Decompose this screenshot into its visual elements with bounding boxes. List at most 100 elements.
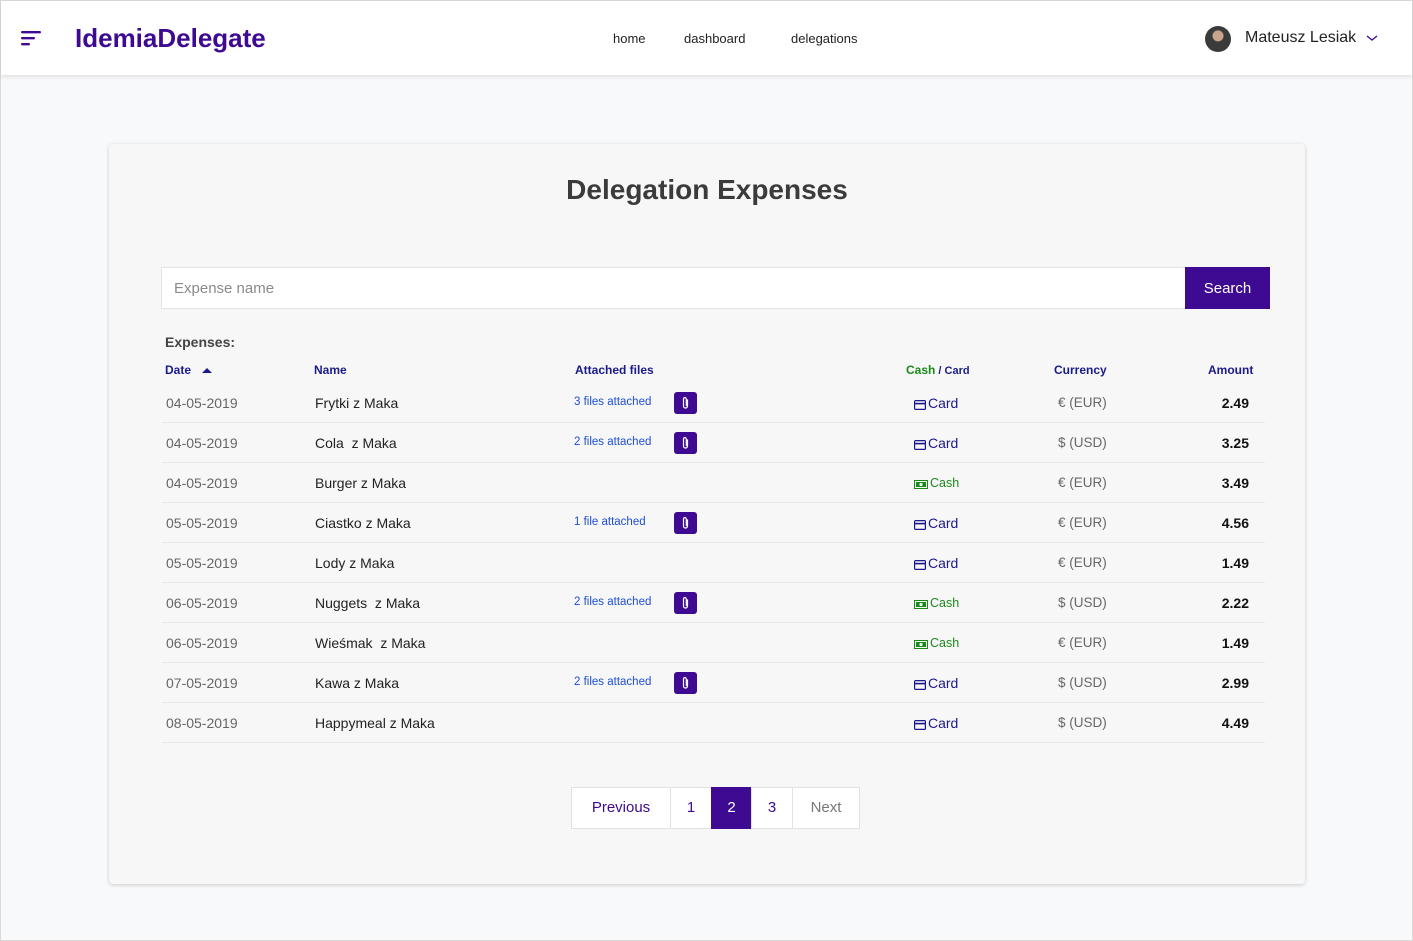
payment-method-label: Card <box>928 715 959 731</box>
attached-files-link[interactable]: 2 files attached <box>574 676 651 688</box>
payment-method-label: Card <box>928 555 959 571</box>
credit-card-icon <box>914 720 926 730</box>
expense-date: 07-05-2019 <box>166 675 238 691</box>
paperclip-icon <box>682 677 689 689</box>
expense-date: 08-05-2019 <box>166 715 238 731</box>
expense-currency: $ (USD) <box>1058 675 1107 690</box>
expense-amount: 1.49 <box>1221 635 1249 651</box>
payment-method: Card <box>914 675 958 691</box>
th-name[interactable]: Name <box>314 363 347 377</box>
table-row[interactable]: 06-05-2019 Nuggets z Maka 2 files attached… <box>162 583 1265 623</box>
chevron-down-icon <box>1366 35 1378 41</box>
paperclip-icon <box>682 397 689 409</box>
expense-name: Lody z Maka <box>315 555 395 571</box>
attached-files-link[interactable]: 2 files attached <box>574 596 651 608</box>
expense-name: Nuggets z Maka <box>315 595 421 611</box>
nav-delegations[interactable]: delegations <box>791 31 858 46</box>
table-row[interactable]: 05-05-2019 Lody z Maka Card € (EUR) 1.49 <box>162 543 1265 583</box>
attachment-button[interactable] <box>674 672 697 694</box>
table-header: Date Name Attached files Cash / Card Cur… <box>109 363 1305 381</box>
table-row[interactable]: 04-05-2019 Burger z Maka Cash € (EUR) 3.49 <box>162 463 1265 503</box>
expense-amount: 3.49 <box>1221 475 1249 491</box>
attachment-button[interactable] <box>674 592 697 614</box>
nav-dashboard[interactable]: dashboard <box>684 31 745 46</box>
expense-amount: 2.49 <box>1221 395 1249 411</box>
table-row[interactable]: 06-05-2019 Wieśmak z Maka Cash € (EUR) 1.49 <box>162 623 1265 663</box>
payment-method: Cash <box>914 636 959 650</box>
attachment-button[interactable] <box>674 392 697 414</box>
th-card-label: Card <box>944 365 970 377</box>
search-bar: Search <box>161 267 1270 309</box>
pagination-next[interactable]: Next <box>792 787 860 829</box>
expense-currency: $ (USD) <box>1058 715 1107 730</box>
page-title: Delegation Expenses <box>566 174 848 205</box>
pagination-page-3[interactable]: 3 <box>751 787 793 829</box>
payment-method-label: Cash <box>930 636 960 650</box>
attachment-button[interactable] <box>674 432 697 454</box>
th-currency[interactable]: Currency <box>1054 363 1107 377</box>
expense-date: 06-05-2019 <box>166 635 238 651</box>
banknote-icon <box>914 480 928 489</box>
table-row[interactable]: 04-05-2019 Cola z Maka 2 files attached Car… <box>162 423 1265 463</box>
payment-method-label: Card <box>928 515 959 531</box>
payment-method: Cash <box>914 476 959 490</box>
th-date-label: Date <box>165 363 192 377</box>
table-row[interactable]: 07-05-2019 Kawa z Maka 2 files attached Car… <box>162 663 1265 703</box>
th-date[interactable]: Date <box>165 363 213 377</box>
expenses-card: Delegation Expenses Search Expenses: Dat… <box>109 144 1305 884</box>
expense-name: Cola z Maka <box>315 435 397 451</box>
expense-date: 04-05-2019 <box>166 475 238 491</box>
brand-logo[interactable]: IdemiaDelegate <box>75 23 266 54</box>
expense-name: Burger z Maka <box>315 475 407 491</box>
expense-currency: € (EUR) <box>1058 395 1107 410</box>
sort-asc-icon <box>202 368 213 373</box>
paperclip-icon <box>682 597 689 609</box>
expense-date: 05-05-2019 <box>166 555 238 571</box>
expense-currency: € (EUR) <box>1058 475 1107 490</box>
banknote-icon <box>914 640 928 649</box>
payment-method: Cash <box>914 596 959 610</box>
expense-name: Happymeal z Maka <box>315 715 435 731</box>
menu-icon[interactable] <box>21 30 43 46</box>
th-cash-sep: / <box>935 365 945 377</box>
credit-card-icon <box>914 440 926 450</box>
attachment-button[interactable] <box>674 512 697 534</box>
top-navbar: IdemiaDelegate home dashboard delegation… <box>1 1 1412 75</box>
payment-method: Card <box>914 435 958 451</box>
table-row[interactable]: 08-05-2019 Happymeal z Maka Card $ (USD) 4.4… <box>162 703 1265 743</box>
nav-home[interactable]: home <box>613 31 646 46</box>
search-button[interactable]: Search <box>1185 267 1270 309</box>
th-files[interactable]: Attached files <box>575 363 654 377</box>
payment-method-label: Card <box>928 395 959 411</box>
expenses-label: Expenses: <box>165 334 236 350</box>
th-cash-card[interactable]: Cash / Card <box>906 363 970 377</box>
payment-method: Card <box>914 555 958 571</box>
table-row[interactable]: 04-05-2019 Frytki z Maka 3 files attached C… <box>162 383 1265 423</box>
credit-card-icon <box>914 520 926 530</box>
payment-method: Card <box>914 715 958 731</box>
avatar <box>1205 26 1231 52</box>
payment-method-label: Card <box>928 435 959 451</box>
payment-method: Card <box>914 395 958 411</box>
expense-amount: 1.49 <box>1221 555 1249 571</box>
expense-name: Ciastko z Maka <box>315 515 411 531</box>
expense-date: 05-05-2019 <box>166 515 238 531</box>
paperclip-icon <box>682 517 689 529</box>
pagination-page-2[interactable]: 2 <box>711 787 752 829</box>
table-row[interactable]: 05-05-2019 Ciastko z Maka 1 file attached C… <box>162 503 1265 543</box>
search-input[interactable] <box>161 267 1185 309</box>
pagination-previous[interactable]: Previous <box>571 787 671 829</box>
expense-amount: 2.22 <box>1221 595 1249 611</box>
expense-amount: 4.56 <box>1221 515 1249 531</box>
attached-files-link[interactable]: 2 files attached <box>574 436 651 448</box>
paperclip-icon <box>682 437 689 449</box>
pagination-page-1[interactable]: 1 <box>670 787 712 829</box>
expense-name: Frytki z Maka <box>315 395 399 411</box>
th-amount[interactable]: Amount <box>1208 363 1253 377</box>
attached-files-link[interactable]: 1 file attached <box>574 516 646 528</box>
expense-date: 04-05-2019 <box>166 435 238 451</box>
expense-date: 06-05-2019 <box>166 595 238 611</box>
payment-method-label: Cash <box>930 476 960 490</box>
credit-card-icon <box>914 680 926 690</box>
attached-files-link[interactable]: 3 files attached <box>574 396 651 408</box>
